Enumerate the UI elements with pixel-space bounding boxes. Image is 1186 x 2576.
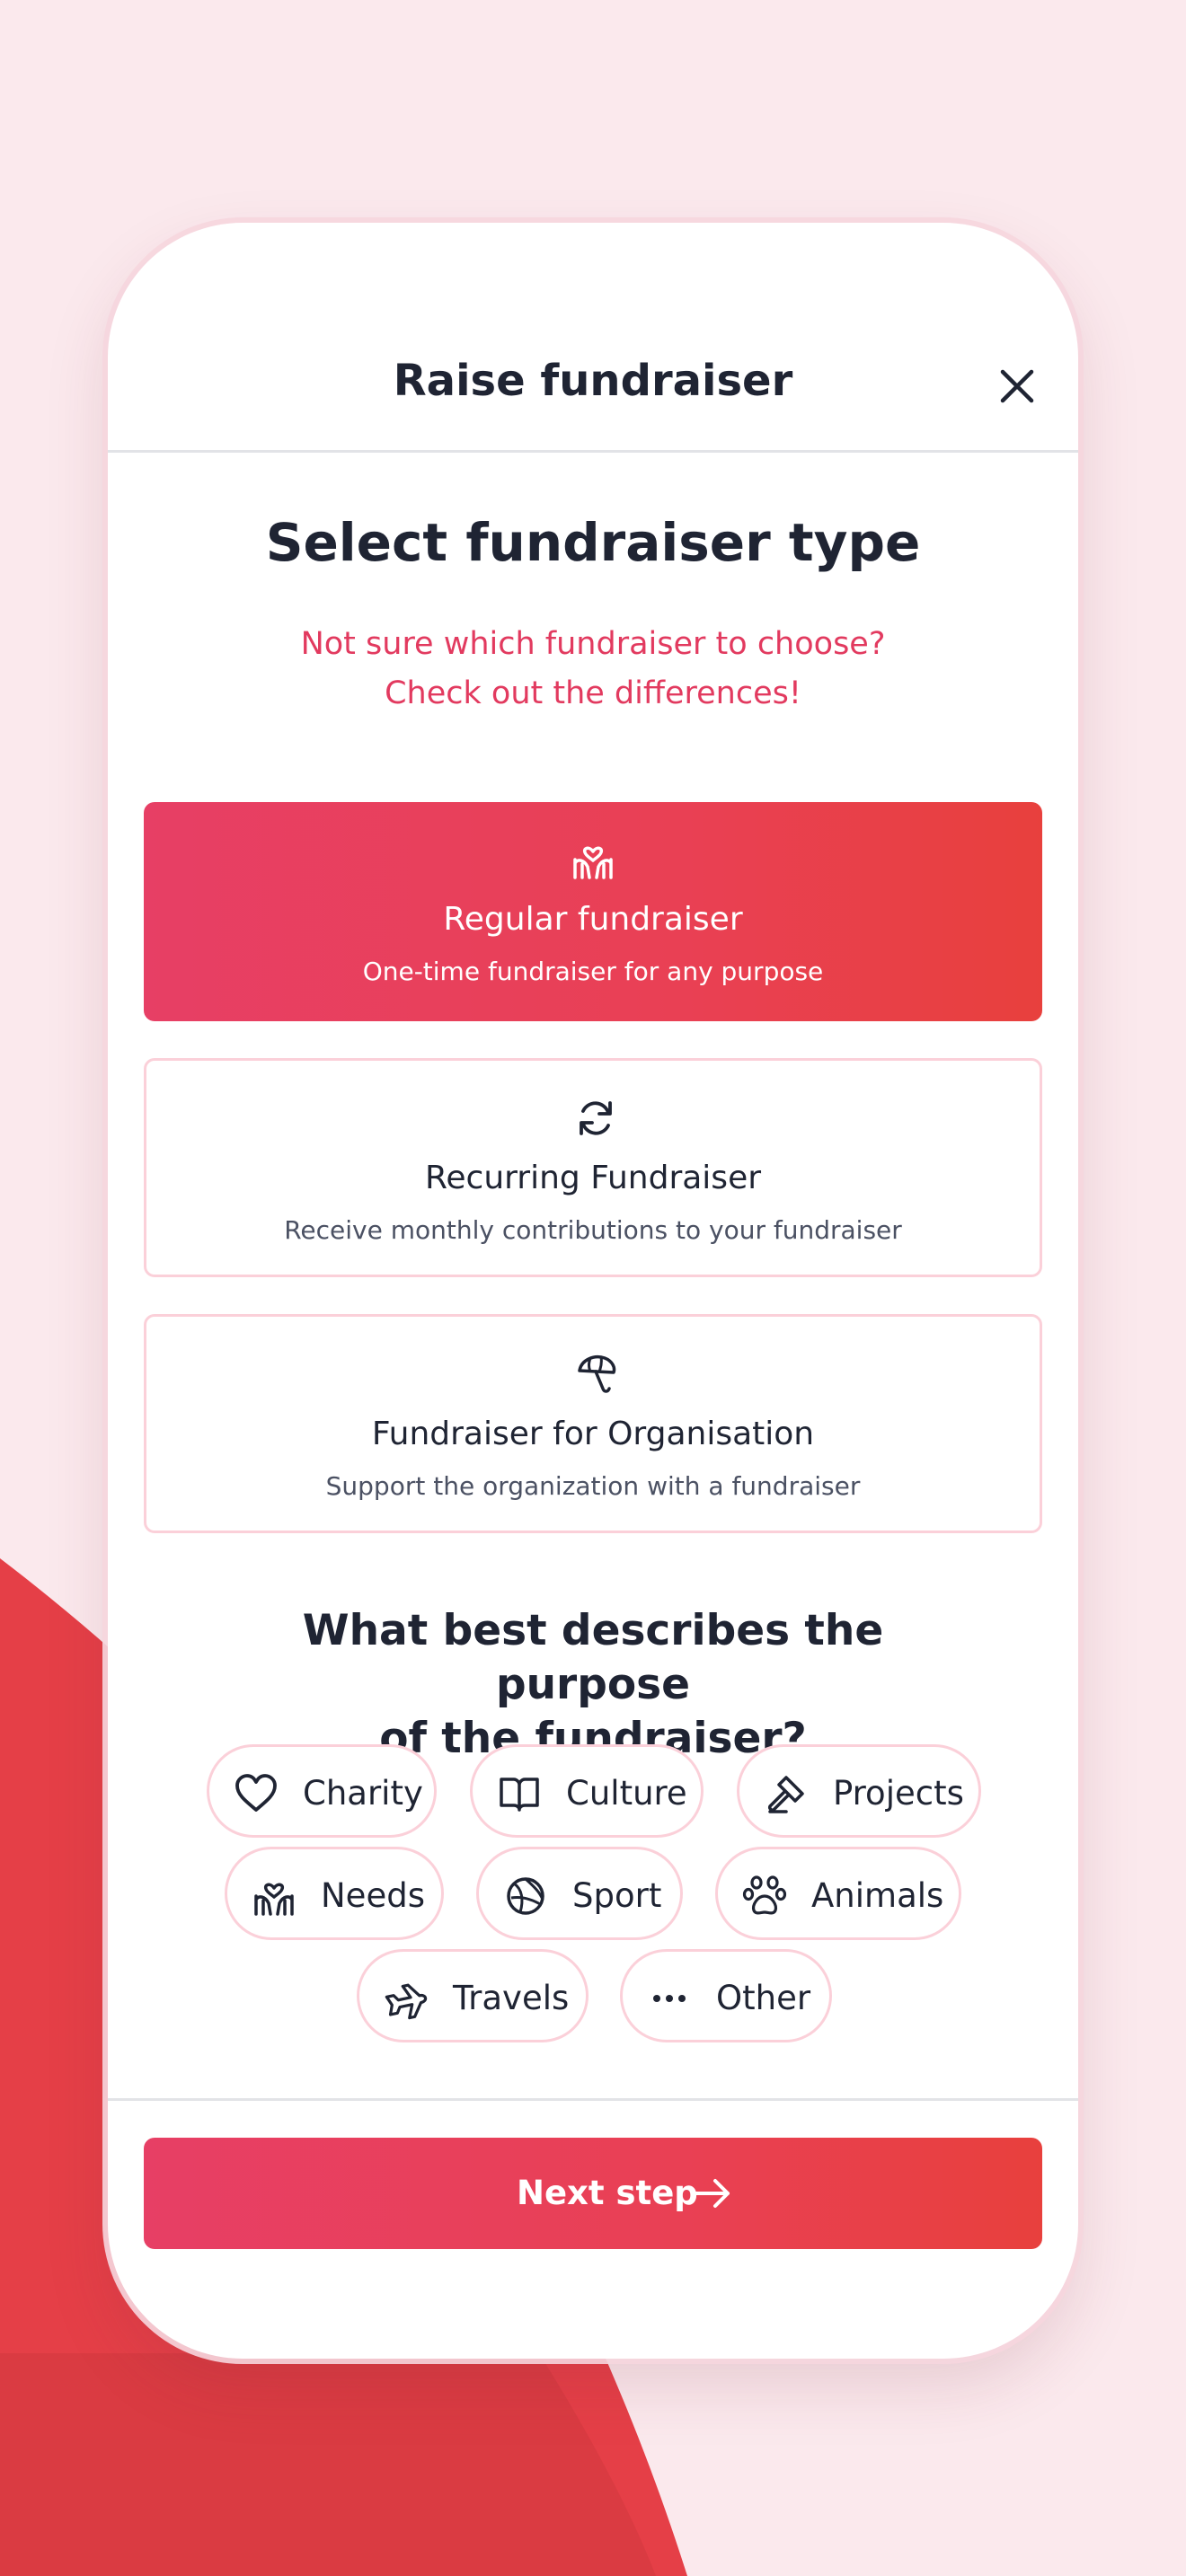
- hands-heart-icon: [254, 1883, 294, 1916]
- category-label: Sport: [572, 1876, 662, 1915]
- fundraiser-type-heading: Select fundraiser type: [265, 512, 921, 573]
- help-line-2: Check out the differences!: [385, 675, 801, 711]
- category-label: Animals: [811, 1876, 944, 1915]
- paw-icon: [742, 1875, 787, 1915]
- category-chip-travels[interactable]: Travels: [357, 1949, 589, 2042]
- type-description: Support the organization with a fundrais…: [325, 1471, 861, 1501]
- differences-help-link[interactable]: Not sure which fundraiser to choose? Che…: [234, 620, 952, 719]
- category-label: Charity: [303, 1774, 423, 1813]
- category-label: Projects: [833, 1774, 964, 1813]
- hammer-icon: [768, 1776, 804, 1813]
- more-icon: [653, 1995, 686, 2002]
- category-label: Needs: [321, 1876, 425, 1915]
- close-icon[interactable]: [996, 365, 1039, 408]
- modal-title: Raise fundraiser: [393, 356, 793, 406]
- category-chip-charity[interactable]: Charity: [207, 1744, 437, 1838]
- arrow-right-icon: [692, 2179, 730, 2208]
- category-chip-other[interactable]: Other: [620, 1949, 832, 2042]
- type-title: Recurring Fundraiser: [424, 1160, 762, 1196]
- type-title: Regular fundraiser: [443, 901, 743, 938]
- type-card-recurring[interactable]: Recurring Fundraiser Receive monthly con…: [144, 1058, 1042, 1277]
- category-chip-projects[interactable]: Projects: [737, 1744, 981, 1838]
- next-step-label: Next step: [517, 2174, 698, 2212]
- type-card-regular[interactable]: Regular fundraiser One-time fundraiser f…: [144, 802, 1042, 1021]
- category-label: Other: [716, 1979, 811, 2017]
- next-step-button[interactable]: Next step: [144, 2138, 1042, 2249]
- purpose-heading: What best describes the purpose of the f…: [234, 1604, 952, 1766]
- hands-heart-icon: [573, 846, 613, 879]
- category-label: Travels: [453, 1979, 570, 2017]
- book-icon: [500, 1778, 539, 1812]
- purpose-heading-line-1: What best describes the purpose: [302, 1606, 884, 1709]
- category-chip-animals[interactable]: Animals: [715, 1847, 961, 1940]
- type-title: Fundraiser for Organisation: [371, 1416, 815, 1452]
- heart-icon: [235, 1774, 277, 1812]
- type-description: Receive monthly contributions to your fu…: [284, 1215, 902, 1245]
- category-chip-sport[interactable]: Sport: [476, 1847, 683, 1940]
- plane-icon: [385, 1983, 428, 2020]
- fundraiser-modal: Raise fundraiser Select fundraiser type …: [108, 223, 1078, 2359]
- category-chip-needs[interactable]: Needs: [225, 1847, 444, 1940]
- type-description: One-time fundraiser for any purpose: [362, 957, 824, 986]
- refresh-icon: [580, 1101, 612, 1135]
- umbrella-icon: [578, 1355, 616, 1393]
- category-label: Culture: [566, 1774, 687, 1813]
- help-line-1: Not sure which fundraiser to choose?: [300, 626, 886, 662]
- type-card-organisation[interactable]: Fundraiser for Organisation Support the …: [144, 1314, 1042, 1533]
- category-chip-culture[interactable]: Culture: [470, 1744, 704, 1838]
- modal-header: Raise fundraiser: [108, 223, 1078, 453]
- ball-icon: [507, 1877, 544, 1915]
- footer-divider: [108, 2098, 1078, 2101]
